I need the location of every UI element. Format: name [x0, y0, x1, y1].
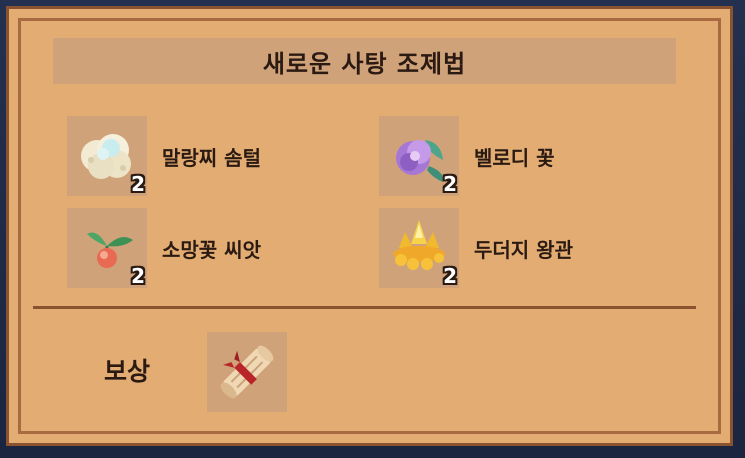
ingredient-name: 두더지 왕관 — [474, 238, 573, 262]
ingredient-slot-cotton[interactable]: 2 — [67, 116, 147, 196]
reward-slot[interactable] — [207, 332, 287, 412]
dialog-title: 새로운 사탕 조제법 — [262, 49, 467, 78]
recipe-scroll-icon — [220, 345, 274, 399]
ingredient-slot-seed[interactable]: 2 — [67, 208, 147, 288]
title-bar: 새로운 사탕 조제법 — [53, 38, 676, 84]
ingredient-count: 2 — [443, 264, 457, 288]
ingredient-slot-crown[interactable]: 2 — [379, 208, 459, 288]
ingredient-slot-flower[interactable]: 2 — [379, 116, 459, 196]
ingredient-count: 2 — [131, 264, 145, 288]
ingredient-name: 소망꽃 씨앗 — [162, 238, 261, 262]
ingredient-name: 말랑찌 솜털 — [162, 146, 261, 170]
ingredient-count: 2 — [131, 172, 145, 196]
ingredient-count: 2 — [443, 172, 457, 196]
divider — [33, 306, 696, 309]
reward-label: 보상 — [104, 357, 151, 386]
ingredient-name: 벨로디 꽃 — [474, 146, 555, 170]
